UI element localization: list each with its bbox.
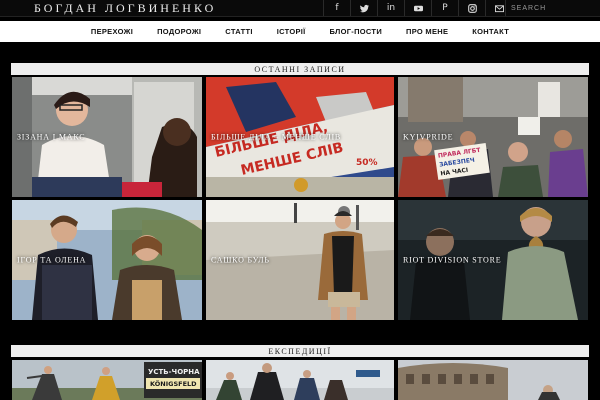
post-tile-kyivpride[interactable]: ПРАВА ЛГБТ ЗАБЕЗПЕЧ НА ЧАСІ KYIVPRIDE	[398, 77, 588, 197]
nav-item-contact[interactable]: КОНТАКТ	[472, 27, 509, 36]
section-header-latest: ОСТАННІ ЗАПИСИ	[11, 63, 589, 75]
post-title: ІГОР ТА ОЛЕНА	[17, 255, 87, 265]
linkedin-icon[interactable]: in	[377, 0, 404, 16]
social-links: f in P	[323, 0, 512, 16]
nav-item-passersby[interactable]: ПЕРЕХОЖІ	[91, 27, 133, 36]
expedition-tile-3[interactable]	[398, 360, 588, 400]
post-title: САШКО БУЛЬ	[211, 255, 270, 265]
road-sign-line-1: УСТЬ-ЧОРНА	[148, 368, 200, 376]
twitter-icon[interactable]	[350, 0, 377, 16]
nav-item-about[interactable]: ПРО МЕНЕ	[406, 27, 448, 36]
section-title: ОСТАННІ ЗАПИСИ	[254, 64, 346, 74]
youtube-icon[interactable]	[404, 0, 431, 16]
pinterest-icon[interactable]: P	[431, 0, 458, 16]
post-title: KYIVPRIDE	[403, 132, 454, 142]
expedition-image: УСТЬ-ЧОРНА KÖNIGSFELD	[12, 360, 202, 400]
expedition-image	[206, 360, 394, 400]
site-title[interactable]: БОГДАН ЛОГВИНЕНКО	[34, 0, 216, 16]
nav-item-articles[interactable]: СТАТТІ	[225, 27, 252, 36]
instagram-icon[interactable]	[458, 0, 485, 16]
search-box	[505, 0, 600, 16]
post-title: RIOT DIVISION STORE	[403, 255, 502, 265]
top-bar: БОГДАН ЛОГВИНЕНКО f in P	[0, 0, 600, 17]
expedition-image	[398, 360, 588, 400]
post-tile-more-action[interactable]: БІЛЬШЕ ДІЛА, МЕНШЕ СЛІВ 50% БІЛЬШЕ ДІЛА …	[206, 77, 394, 197]
section-title: ЕКСПЕДИЦІЇ	[268, 346, 332, 356]
search-input[interactable]	[506, 1, 581, 15]
facebook-icon[interactable]: f	[323, 0, 350, 16]
post-tile-zizana-max[interactable]: ЗІЗАНА І МАКС	[12, 77, 202, 197]
post-tile-riot-division[interactable]: RIOT DIVISION STORE	[398, 200, 588, 320]
post-tile-igor-olena[interactable]: ІГОР ТА ОЛЕНА	[12, 200, 202, 320]
section-header-expeditions: ЕКСПЕДИЦІЇ	[11, 345, 589, 357]
main-nav: ПЕРЕХОЖІ ПОДОРОЖІ СТАТТІ ІСТОРІЇ БЛОГ-ПО…	[0, 21, 600, 42]
expedition-tile-1[interactable]: УСТЬ-ЧОРНА KÖNIGSFELD	[12, 360, 202, 400]
post-title: БІЛЬШЕ ДІЛА – МЕНШЕ СЛІВ	[211, 132, 342, 142]
road-sign-line-2: KÖNIGSFELD	[150, 379, 197, 388]
post-tile-sashko-bul[interactable]: САШКО БУЛЬ	[206, 200, 394, 320]
poster-number: 50%	[356, 158, 378, 168]
nav-item-blog-posts[interactable]: БЛОГ-ПОСТИ	[330, 27, 382, 36]
expedition-tile-2[interactable]	[206, 360, 394, 400]
nav-item-stories[interactable]: ІСТОРІЇ	[277, 27, 306, 36]
post-title: ЗІЗАНА І МАКС	[17, 132, 86, 142]
nav-item-travels[interactable]: ПОДОРОЖІ	[157, 27, 201, 36]
